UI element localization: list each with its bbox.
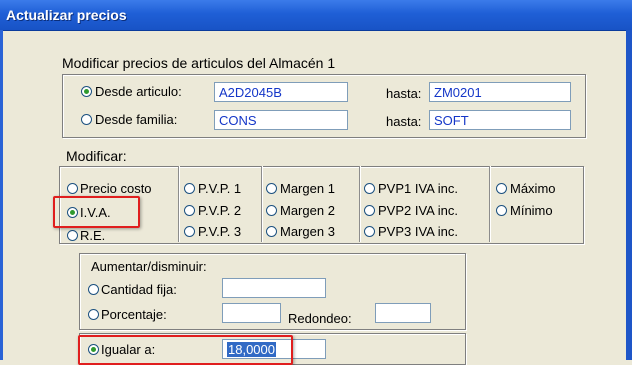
margen3-label[interactable]: Margen 3 [280,224,335,239]
redondeo-label: Redondeo: [288,311,352,326]
pvp2-radio[interactable] [184,205,195,216]
precio-costo-radio[interactable] [67,183,78,194]
desde-articulo-field[interactable]: A2D2045B [214,82,348,102]
redondeo-field[interactable] [375,303,431,323]
desde-articulo-radio[interactable] [81,86,92,97]
minimo-label[interactable]: Mínimo [510,203,553,218]
minimo-radio[interactable] [496,205,507,216]
desde-familia-field[interactable]: CONS [214,110,348,130]
pvp3-iva-label[interactable]: PVP3 IVA inc. [378,224,458,239]
divider [178,166,180,242]
pvp3-iva-radio[interactable] [364,226,375,237]
warehouse-heading: Modificar precios de articulos del Almac… [62,55,336,71]
pvp1-label[interactable]: P.V.P. 1 [198,181,241,196]
maximo-radio[interactable] [496,183,507,194]
re-label[interactable]: R.E. [80,228,105,243]
desde-familia-radio[interactable] [81,114,92,125]
cantidad-fija-field[interactable] [222,278,326,298]
pvp1-iva-radio[interactable] [364,183,375,194]
window-title: Actualizar precios [6,7,127,23]
divider [489,166,491,242]
margen2-label[interactable]: Margen 2 [280,203,335,218]
pvp2-iva-label[interactable]: PVP2 IVA inc. [378,203,458,218]
maximo-label[interactable]: Máximo [510,181,556,196]
aumentar-disminuir-label: Aumentar/disminuir: [91,259,207,274]
window-left-border [0,30,3,360]
margen1-label[interactable]: Margen 1 [280,181,335,196]
cantidad-fija-radio[interactable] [88,284,99,295]
divider [261,166,263,242]
porcentaje-radio[interactable] [88,309,99,320]
porcentaje-field[interactable] [222,303,281,323]
iva-highlight [53,196,140,228]
precio-costo-label[interactable]: Precio costo [80,181,152,196]
modificar-label: Modificar: [66,148,127,164]
window-right-border [626,30,632,360]
pvp1-radio[interactable] [184,183,195,194]
margen3-radio[interactable] [266,226,277,237]
hasta-articulo-field[interactable]: ZM0201 [429,82,571,102]
pvp1-iva-label[interactable]: PVP1 IVA inc. [378,181,458,196]
hasta-articulo-label: hasta: [386,86,422,101]
cantidad-fija-label[interactable]: Cantidad fija: [101,282,177,297]
hasta-familia-label: hasta: [386,114,422,129]
pvp2-iva-radio[interactable] [364,205,375,216]
margen2-radio[interactable] [266,205,277,216]
re-radio[interactable] [67,230,78,241]
hasta-familia-field[interactable]: SOFT [429,110,571,130]
desde-articulo-label[interactable]: Desde articulo: [95,84,182,99]
pvp3-label[interactable]: P.V.P. 3 [198,224,241,239]
pvp3-radio[interactable] [184,226,195,237]
porcentaje-label[interactable]: Porcentaje: [101,307,167,322]
desde-familia-label[interactable]: Desde familia: [95,112,177,127]
divider [359,166,361,242]
margen1-radio[interactable] [266,183,277,194]
pvp2-label[interactable]: P.V.P. 2 [198,203,241,218]
igualar-highlight [78,335,293,365]
title-bar: Actualizar precios [0,0,632,31]
